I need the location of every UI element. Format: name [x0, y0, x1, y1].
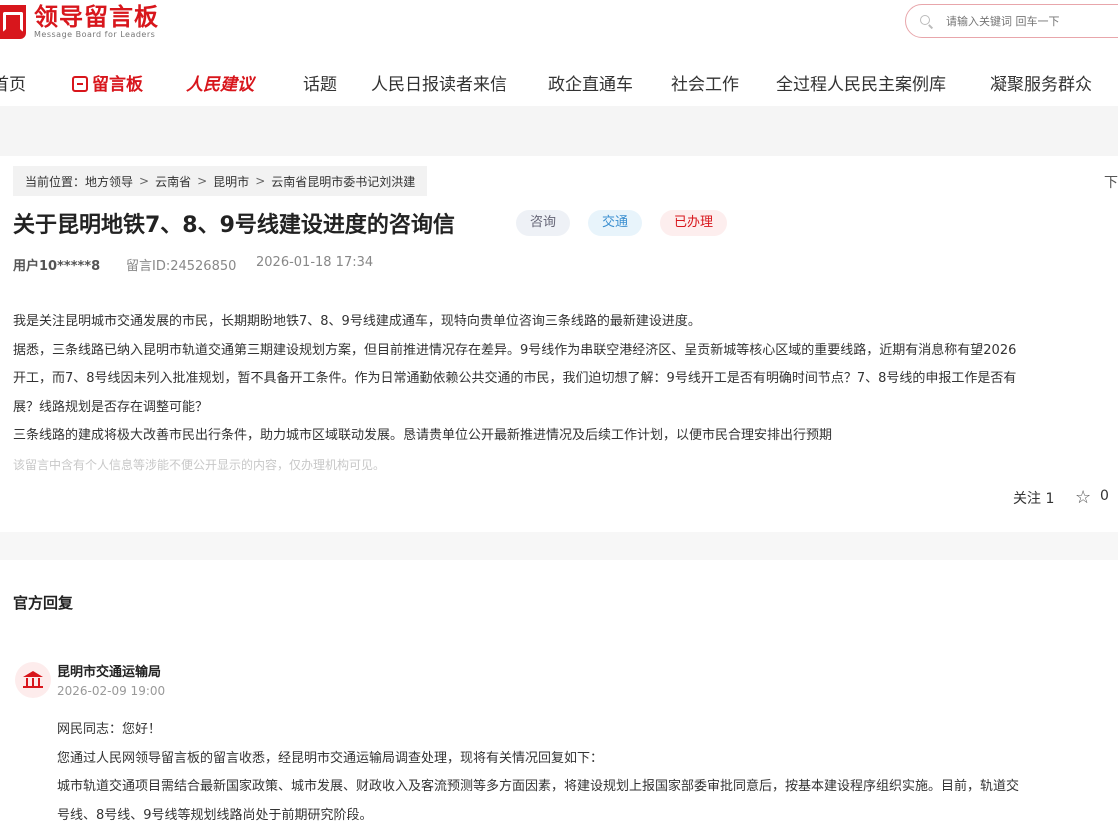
nav-home[interactable]: 首页: [0, 70, 26, 95]
message-user: 用户10*****8: [13, 259, 101, 274]
reply-section-title: 官方回复: [13, 594, 74, 612]
logo-subtitle: Message Board for Leaders: [34, 30, 156, 39]
reply-paragraph: 号线、8号线、9号线等规划线路尚处于前期研究阶段。: [57, 807, 373, 823]
logo-title: 领导留言板: [34, 3, 159, 31]
divider-band: [0, 106, 1118, 156]
message-paragraph: 展？线路规划是否存在调整可能？: [13, 399, 209, 415]
pager-link[interactable]: 下: [1104, 172, 1118, 192]
page-title: 关于昆明地铁7、8、9号线建设进度的咨询信: [13, 213, 455, 238]
nav-gov-enterprise[interactable]: 政企直通车: [548, 70, 633, 95]
reply-paragraph: 网民同志：您好！: [57, 722, 162, 737]
tag-consult: 咨询: [516, 210, 571, 236]
breadcrumb-prefix: 当前位置：: [25, 174, 86, 189]
reply-date: 2026-02-09 19:00: [57, 684, 166, 698]
search-box[interactable]: [905, 4, 1118, 38]
message-id: 留言ID:24526850: [126, 259, 237, 274]
breadcrumb-item[interactable]: 昆明市: [213, 173, 249, 190]
breadcrumb-separator: >: [139, 174, 150, 188]
follow-button[interactable]: 关注 1: [1013, 488, 1054, 508]
status-badge: 已办理: [660, 210, 728, 236]
breadcrumb-item[interactable]: 云南省昆明市委书记刘洪建: [271, 173, 415, 190]
reply-paragraph: 您通过人民网领导留言板的留言收悉，经昆明市交通运输局调查处理，现将有关情况回复如…: [57, 750, 604, 766]
section-divider: [0, 532, 1118, 560]
nav-message-board[interactable]: 留言板: [72, 70, 143, 95]
follow-label: 关注: [1013, 491, 1041, 507]
message-time: 2026-01-18 17:34: [256, 255, 374, 270]
message-paragraph: 我是关注昆明城市交通发展的市民，长期期盼地铁7、8、9号线建成通车，现特向贵单位…: [13, 314, 701, 329]
nav-readers-letters[interactable]: 人民日报读者来信: [371, 70, 507, 95]
reply-body: 网民同志：您好！ 您通过人民网领导留言板的留言收悉，经昆明市交通运输局调查处理，…: [57, 716, 1118, 830]
breadcrumb-separator: >: [197, 174, 208, 188]
breadcrumb-item[interactable]: 云南省: [155, 173, 191, 190]
reply-organization: 昆明市交通运输局: [57, 665, 162, 680]
message-icon: [72, 76, 88, 92]
like-count: 0: [1100, 488, 1109, 504]
breadcrumb-separator: >: [255, 174, 266, 188]
follow-count: 1: [1045, 491, 1055, 507]
logo-mark-icon: [0, 5, 26, 39]
tag-traffic: 交通: [588, 210, 643, 236]
message-body: 我是关注昆明城市交通发展的市民，长期期盼地铁7、8、9号线建成通车，现特向贵单位…: [13, 308, 1118, 451]
bank-icon: [23, 671, 43, 689]
nav-people-suggestion[interactable]: 人民建议: [186, 70, 254, 95]
main-nav: 首页 留言板 人民建议 话题 人民日报读者来信 政企直通车 社会工作 全过程人民…: [0, 60, 1118, 104]
message-paragraph: 三条线路的建成将极大改善市民出行条件，助力城市区域联动发展。恳请贵单位公开最新推…: [13, 428, 833, 443]
search-icon[interactable]: [920, 15, 932, 27]
message-paragraph: 据悉，三条线路已纳入昆明市轨道交通第三期建设规划方案，但目前推进情况存在差异。9…: [13, 342, 1017, 358]
nav-social-work[interactable]: 社会工作: [671, 70, 739, 95]
star-icon[interactable]: ☆: [1075, 487, 1091, 508]
nav-democracy-cases[interactable]: 全过程人民民主案例库: [776, 70, 946, 95]
nav-serve-masses[interactable]: 凝聚服务群众: [990, 70, 1092, 95]
reply-paragraph: 城市轨道交通项目需结合最新国家政策、城市发展、财政收入及客流预测等多方面因素，将…: [57, 779, 1020, 794]
message-paragraph: 开工，而7、8号线因未列入批准规划，暂不具备开工条件。作为日常通勤依赖公共交通的…: [13, 371, 1017, 386]
avatar: [15, 662, 51, 698]
breadcrumb: 当前位置： 地方领导 > 云南省 > 昆明市 > 云南省昆明市委书记刘洪建: [13, 166, 428, 196]
site-logo[interactable]: 领导留言板 Message Board for Leaders: [0, 0, 159, 44]
privacy-notice: 该留言中含有个人信息等涉能不便公开显示的内容，仅办理机构可见。: [13, 458, 386, 472]
search-input[interactable]: [944, 13, 1118, 29]
breadcrumb-item[interactable]: 地方领导: [85, 173, 133, 190]
nav-topics[interactable]: 话题: [303, 70, 337, 95]
